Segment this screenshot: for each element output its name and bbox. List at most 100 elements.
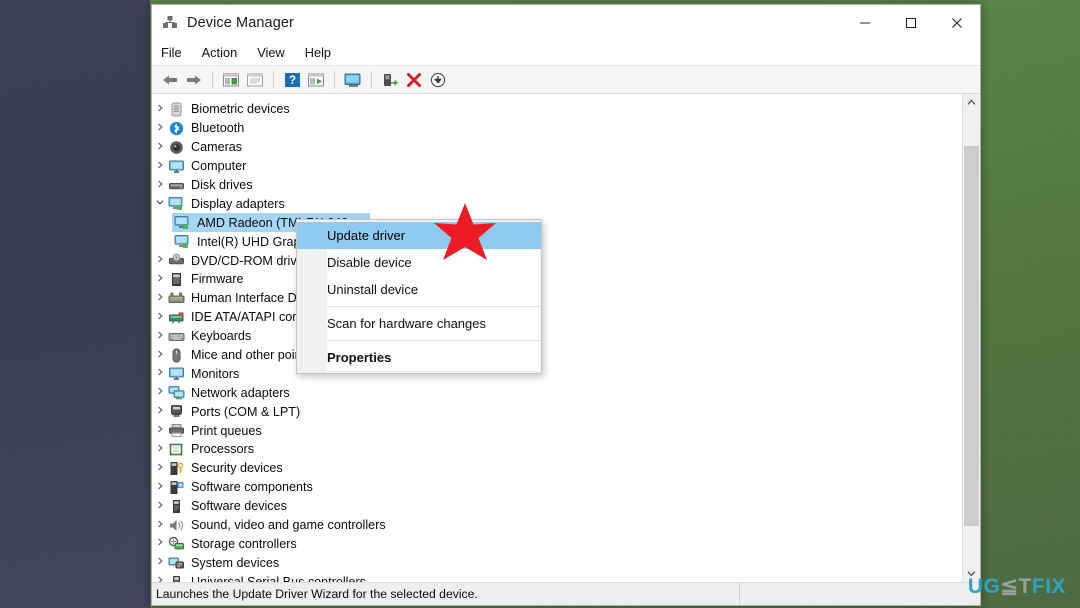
close-button[interactable] (934, 5, 980, 41)
tree-item[interactable]: Keyboards (152, 327, 962, 346)
vertical-scrollbar[interactable] (962, 94, 980, 582)
context-menu-item-label: Update driver (327, 228, 406, 243)
tree-item[interactable]: Security devices (152, 459, 962, 478)
show-hide-console-tree-icon[interactable] (219, 69, 243, 91)
chevron-right-icon[interactable] (152, 273, 168, 286)
display-icon (174, 215, 191, 230)
context-menu-separator (327, 340, 541, 341)
tree-item-label: Software devices (191, 499, 287, 514)
toolbar-separator-1 (212, 71, 213, 88)
help-icon[interactable]: ? (280, 69, 304, 91)
chevron-right-icon[interactable] (152, 556, 168, 569)
maximize-button[interactable] (888, 5, 934, 41)
tree-item[interactable]: Intel(R) UHD Graphics (152, 232, 962, 251)
tree-item[interactable]: AMD Radeon (TM) RX 640 (152, 213, 962, 233)
context-menu[interactable]: Update driver Disable device Uninstall dev… (296, 219, 542, 374)
context-menu-gutter (297, 222, 327, 249)
tree-item[interactable]: Mice and other pointing devices (152, 346, 962, 365)
tree-item-label: Monitors (191, 366, 240, 381)
menu-help[interactable]: Help (305, 43, 342, 63)
context-menu-item[interactable]: Scan for hardware changes (297, 310, 541, 337)
chevron-right-icon[interactable] (152, 349, 168, 362)
tree-item-label: DVD/CD-ROM drives (191, 253, 310, 268)
tree-item[interactable]: Storage controllers (152, 534, 962, 553)
chevron-down-icon[interactable] (152, 197, 168, 210)
chevron-right-icon[interactable] (152, 122, 168, 135)
device-tree[interactable]: Biometric devices Bluetooth Cameras Compute… (152, 94, 962, 582)
back-icon[interactable] (158, 69, 182, 91)
tree-item[interactable]: Firmware (152, 270, 962, 289)
context-menu-item[interactable]: Update driver (297, 222, 541, 249)
menu-view[interactable]: View (257, 43, 296, 63)
tree-item[interactable]: Software components (152, 478, 962, 497)
tree-item[interactable]: Sound, video and game controllers (152, 516, 962, 535)
tree-item[interactable]: System devices (152, 553, 962, 572)
tree-item[interactable]: Software devices (152, 497, 962, 516)
context-menu-item[interactable]: Properties (297, 344, 541, 371)
status-text: Launches the Update Driver Wizard for th… (156, 587, 478, 601)
chevron-right-icon[interactable] (152, 481, 168, 494)
context-menu-item-label: Properties (327, 350, 392, 365)
forward-icon[interactable] (182, 69, 206, 91)
chevron-right-icon[interactable] (152, 141, 168, 154)
tree-item[interactable]: Human Interface Devices (152, 289, 962, 308)
tree-item[interactable]: Processors (152, 440, 962, 459)
chevron-right-icon[interactable] (152, 367, 168, 380)
scroll-up-button[interactable] (963, 94, 980, 111)
menu-file[interactable]: File (161, 43, 193, 63)
tree-item[interactable]: Network adapters (152, 383, 962, 402)
context-menu-item[interactable]: Uninstall device (297, 276, 541, 303)
status-bar: Launches the Update Driver Wizard for th… (152, 582, 980, 605)
chevron-right-icon[interactable] (152, 519, 168, 532)
menu-action[interactable]: Action (202, 43, 249, 63)
tree-item[interactable]: Ports (COM & LPT) (152, 402, 962, 421)
chevron-right-icon[interactable] (152, 311, 168, 324)
chevron-right-icon[interactable] (152, 103, 168, 116)
chevron-right-icon[interactable] (152, 386, 168, 399)
chevron-right-icon[interactable] (152, 160, 168, 173)
tree-item-label: Firmware (191, 272, 244, 287)
chevron-right-icon[interactable] (152, 537, 168, 550)
properties-icon[interactable] (243, 69, 267, 91)
chevron-right-icon[interactable] (152, 330, 168, 343)
tree-item[interactable]: Print queues (152, 421, 962, 440)
bluetooth-icon (168, 121, 185, 136)
tree-item[interactable]: Biometric devices (152, 100, 962, 119)
context-menu-gutter (297, 344, 327, 371)
chevron-right-icon[interactable] (152, 292, 168, 305)
chevron-right-icon[interactable] (152, 443, 168, 456)
update-driver-icon[interactable] (304, 69, 328, 91)
disable-device-icon[interactable] (426, 69, 450, 91)
context-menu-items: Update driver Disable device Uninstall dev… (297, 222, 541, 371)
dvd-icon (168, 253, 185, 268)
tree-item[interactable]: Display adapters (152, 194, 962, 213)
title-bar: Device Manager (152, 5, 980, 41)
uninstall-device-icon[interactable] (402, 69, 426, 91)
scrollbar-thumb[interactable] (964, 146, 979, 526)
context-menu-item[interactable]: Disable device (297, 249, 541, 276)
chevron-right-icon[interactable] (152, 424, 168, 437)
system-icon (168, 555, 185, 570)
chevron-right-icon[interactable] (152, 179, 168, 192)
enable-device-icon[interactable] (378, 69, 402, 91)
tree-item[interactable]: Cameras (152, 138, 962, 157)
tree-item[interactable]: Computer (152, 157, 962, 176)
chevron-right-icon[interactable] (152, 575, 168, 582)
tree-item[interactable]: Monitors (152, 364, 962, 383)
storage-icon (168, 536, 185, 551)
tree-item[interactable]: IDE ATA/ATAPI controllers (152, 308, 962, 327)
tree-item[interactable]: Bluetooth (152, 119, 962, 138)
tree-item-label: Storage controllers (191, 536, 297, 551)
tree-item[interactable]: DVD/CD-ROM drives (152, 251, 962, 270)
minimize-button[interactable] (842, 5, 888, 41)
tree-item[interactable]: Universal Serial Bus controllers (152, 572, 962, 582)
chevron-right-icon[interactable] (152, 500, 168, 513)
chevron-right-icon[interactable] (152, 462, 168, 475)
chevron-right-icon[interactable] (152, 254, 168, 267)
scan-for-hardware-changes-icon[interactable] (341, 69, 365, 91)
tree-item-label: Disk drives (191, 178, 253, 192)
sound-icon (168, 518, 185, 533)
context-menu-gutter (297, 249, 327, 276)
chevron-right-icon[interactable] (152, 405, 168, 418)
tree-item[interactable]: Disk drives (152, 176, 962, 195)
